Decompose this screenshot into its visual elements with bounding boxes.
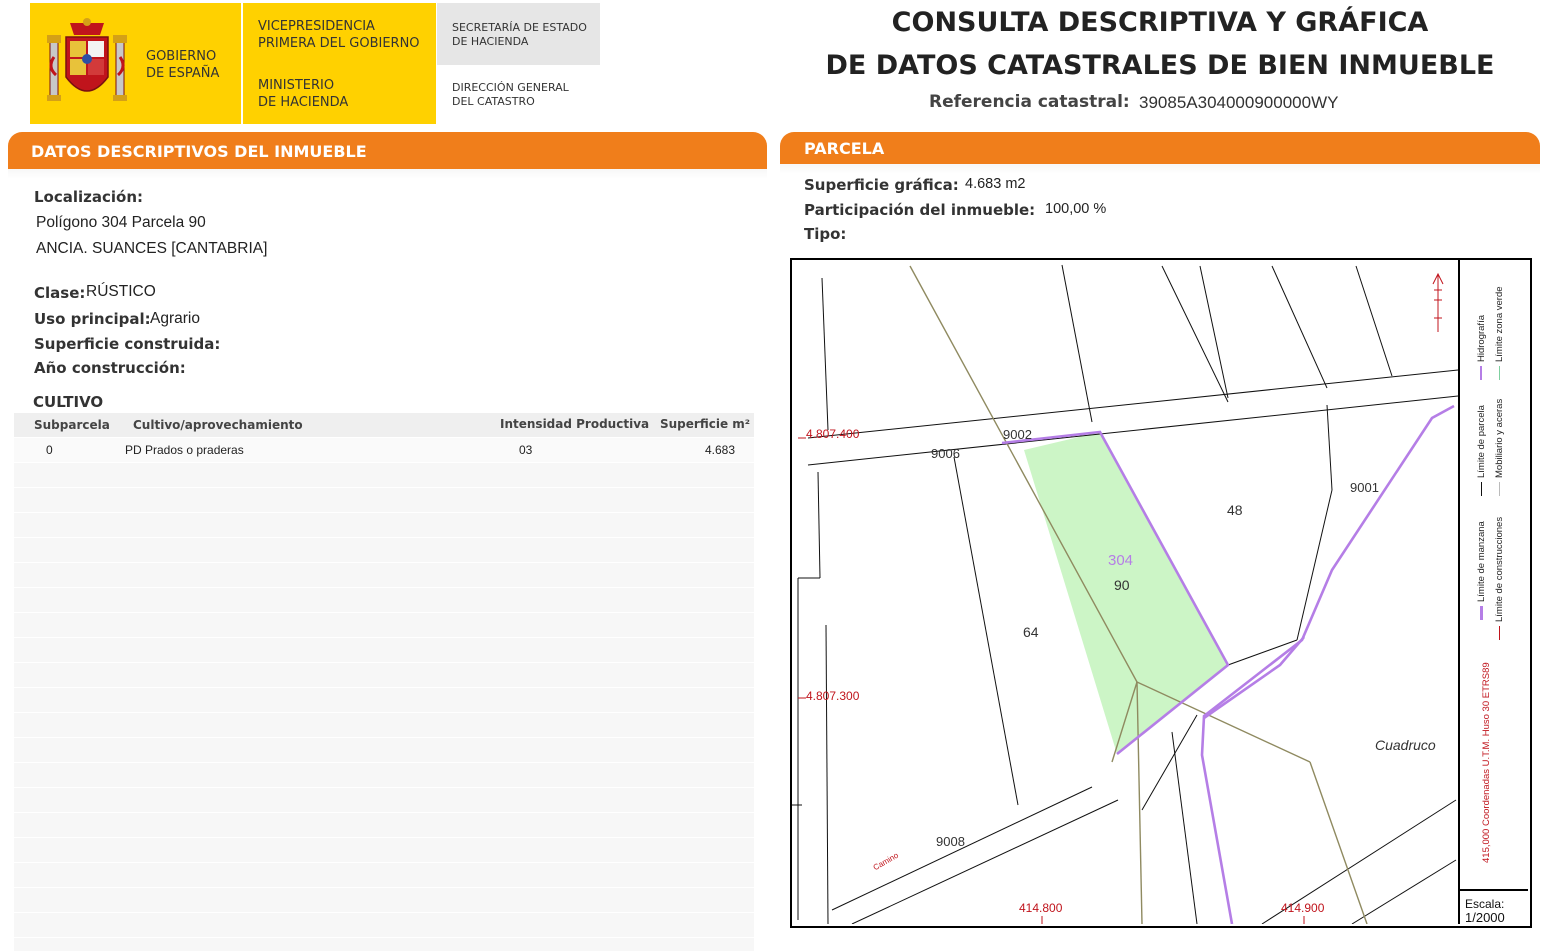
legend-limite-construcciones: Límite de construcciones [1494, 517, 1505, 640]
col-cultivo: Cultivo/aprovechamiento [133, 418, 303, 432]
right-banner-title: PARCELA [804, 139, 885, 158]
ministry-line1: MINISTERIO [258, 78, 335, 93]
coord-y-bottom: 4.807.300 [806, 689, 860, 703]
coord-y-top: 4.807.400 [806, 427, 860, 441]
ministry-line2: DE HACIENDA [258, 95, 349, 110]
legend-zona-verde-swatch [1498, 366, 1500, 380]
legend-construcciones-swatch [1498, 626, 1500, 640]
label-64: 64 [1023, 624, 1039, 640]
legend-zona-verde-text: Límite zona verde [1494, 286, 1505, 362]
localizacion-line1: Polígono 304 Parcela 90 [36, 214, 206, 231]
superficie-grafica-label: Superficie gráfica: [804, 176, 959, 194]
uso-principal-label: Uso principal: [34, 310, 151, 328]
cultivo-table: Subparcela Cultivo/aprovechamiento Inten… [14, 413, 754, 951]
anio-construccion-label: Año construcción: [34, 359, 186, 377]
direccion-line1: DIRECCIÓN GENERAL [452, 81, 569, 94]
legend-parcela-swatch [1480, 482, 1483, 496]
cell-subparcela: 0 [46, 443, 53, 457]
legend-construcciones-text: Límite de construcciones [1494, 516, 1505, 622]
coat-of-arms-icon [47, 18, 127, 101]
ref-catastral-value: 39085A304000900000WY [1139, 93, 1339, 112]
legend-zona-verde: Límite zona verde [1494, 286, 1505, 380]
secretaria: SECRETARÍA DE ESTADO DE HACIENDA [452, 21, 587, 49]
label-cuadruco: Cuadruco [1375, 737, 1436, 753]
table-header-row: Subparcela Cultivo/aprovechamiento Inten… [14, 413, 754, 437]
ref-catastral-label: Referencia catastral: [929, 92, 1130, 112]
legend-mobiliario-text: Mobiliario y aceras [1494, 398, 1505, 478]
vice-line1: VICEPRESIDENCIA [258, 19, 375, 34]
road-top-edge [807, 369, 1458, 439]
right-section-banner: PARCELA [780, 132, 1540, 164]
cell-intensidad: 03 [519, 443, 533, 457]
localizacion-label: Localización: [34, 188, 144, 206]
superficie-grafica-value: 4.683 m2 [965, 176, 1026, 192]
label-parcela-90: 90 [1114, 577, 1130, 593]
label-9008: 9008 [936, 834, 965, 849]
clase-label: Clase: [34, 284, 86, 302]
coord-x-right: 414.900 [1281, 901, 1325, 915]
road-bottom-edge [807, 395, 1458, 466]
page-title: CONSULTA DESCRIPTIVA Y GRÁFICA DE DATOS … [780, 1, 1540, 87]
escala-label: Escala: [1465, 897, 1505, 911]
col-superficie: Superficie m² [660, 417, 751, 431]
legend-mobiliario: Mobiliario y aceras [1494, 399, 1505, 496]
participacion-label: Participación del inmueble: [804, 201, 1036, 219]
cell-cultivo: PD Prados o praderas [125, 443, 244, 457]
label-9001: 9001 [1350, 480, 1379, 495]
secretaria-line2: DE HACIENDA [452, 35, 529, 48]
vicepresidencia: VICEPRESIDENCIA PRIMERA DEL GOBIERNO [258, 18, 420, 52]
logo-divider [241, 3, 243, 124]
col-subparcela: Subparcela [34, 418, 110, 432]
escala-separator [1460, 889, 1528, 891]
legend-hidrografia-swatch [1480, 366, 1483, 380]
title-line1: CONSULTA DESCRIPTIVA Y GRÁFICA [891, 7, 1429, 38]
cultivo-title: CULTIVO [33, 393, 104, 411]
clase-value: RÚSTICO [86, 283, 156, 300]
localizacion-line2: ANCIA. SUANCES [CANTABRIA] [36, 240, 268, 257]
gov-name-line1: GOBIERNO [146, 49, 217, 64]
legend-limite-manzana: Límite de manzana [1476, 521, 1487, 620]
legend-limite-parcela: Límite de parcela [1476, 405, 1487, 496]
banner-shadow [8, 169, 767, 179]
coordinate-system-note: 415,000 Coordenadas U.T.M. Huso 30 ETRS8… [1481, 662, 1492, 863]
left-banner-title: DATOS DESCRIPTIVOS DEL INMUEBLE [31, 142, 367, 161]
escala-value: 1/2000 [1465, 910, 1505, 925]
legend-mobiliario-swatch [1498, 482, 1500, 496]
gov-name: GOBIERNO DE ESPAÑA [146, 48, 219, 82]
north-arrow-icon [1432, 272, 1444, 332]
gov-name-line2: DE ESPAÑA [146, 66, 220, 81]
legend-hidrografia: Hidrografía [1476, 315, 1487, 380]
legend-separator [1458, 260, 1460, 924]
left-section-banner: DATOS DESCRIPTIVOS DEL INMUEBLE [8, 132, 767, 169]
title-line2: DE DATOS CATASTRALES DE BIEN INMUEBLE [825, 50, 1495, 81]
label-9002: 9002 [1003, 427, 1032, 442]
secretaria-line1: SECRETARÍA DE ESTADO [452, 21, 587, 34]
label-48: 48 [1227, 502, 1243, 518]
vice-line2: PRIMERA DEL GOBIERNO [258, 36, 420, 51]
direccion-general: DIRECCIÓN GENERAL DEL CATASTRO [452, 81, 569, 109]
ministerio: MINISTERIO DE HACIENDA [258, 77, 348, 111]
uso-principal-value: Agrario [150, 310, 200, 327]
legend-parcela-text: Límite de parcela [1476, 405, 1487, 478]
participacion-value: 100,00 % [1045, 201, 1107, 217]
table-row: 0 PD Prados o praderas 03 4.683 [14, 438, 754, 462]
superficie-construida-label: Superficie construida: [34, 335, 221, 353]
legend-hidrografia-text: Hidrografía [1476, 315, 1487, 362]
label-9006: 9006 [931, 446, 960, 461]
direccion-line2: DEL CATASTRO [452, 95, 535, 108]
cell-superficie: 4.683 [705, 443, 736, 457]
banner-shadow-right [780, 164, 1540, 174]
legend-manzana-swatch [1479, 606, 1483, 620]
legend-manzana-text: Límite de manzana [1476, 521, 1487, 602]
col-intensidad: Intensidad Productiva [500, 417, 650, 431]
coord-x-left: 414.800 [1019, 901, 1063, 915]
label-poligono-304: 304 [1108, 552, 1134, 569]
tipo-label: Tipo: [804, 225, 847, 243]
